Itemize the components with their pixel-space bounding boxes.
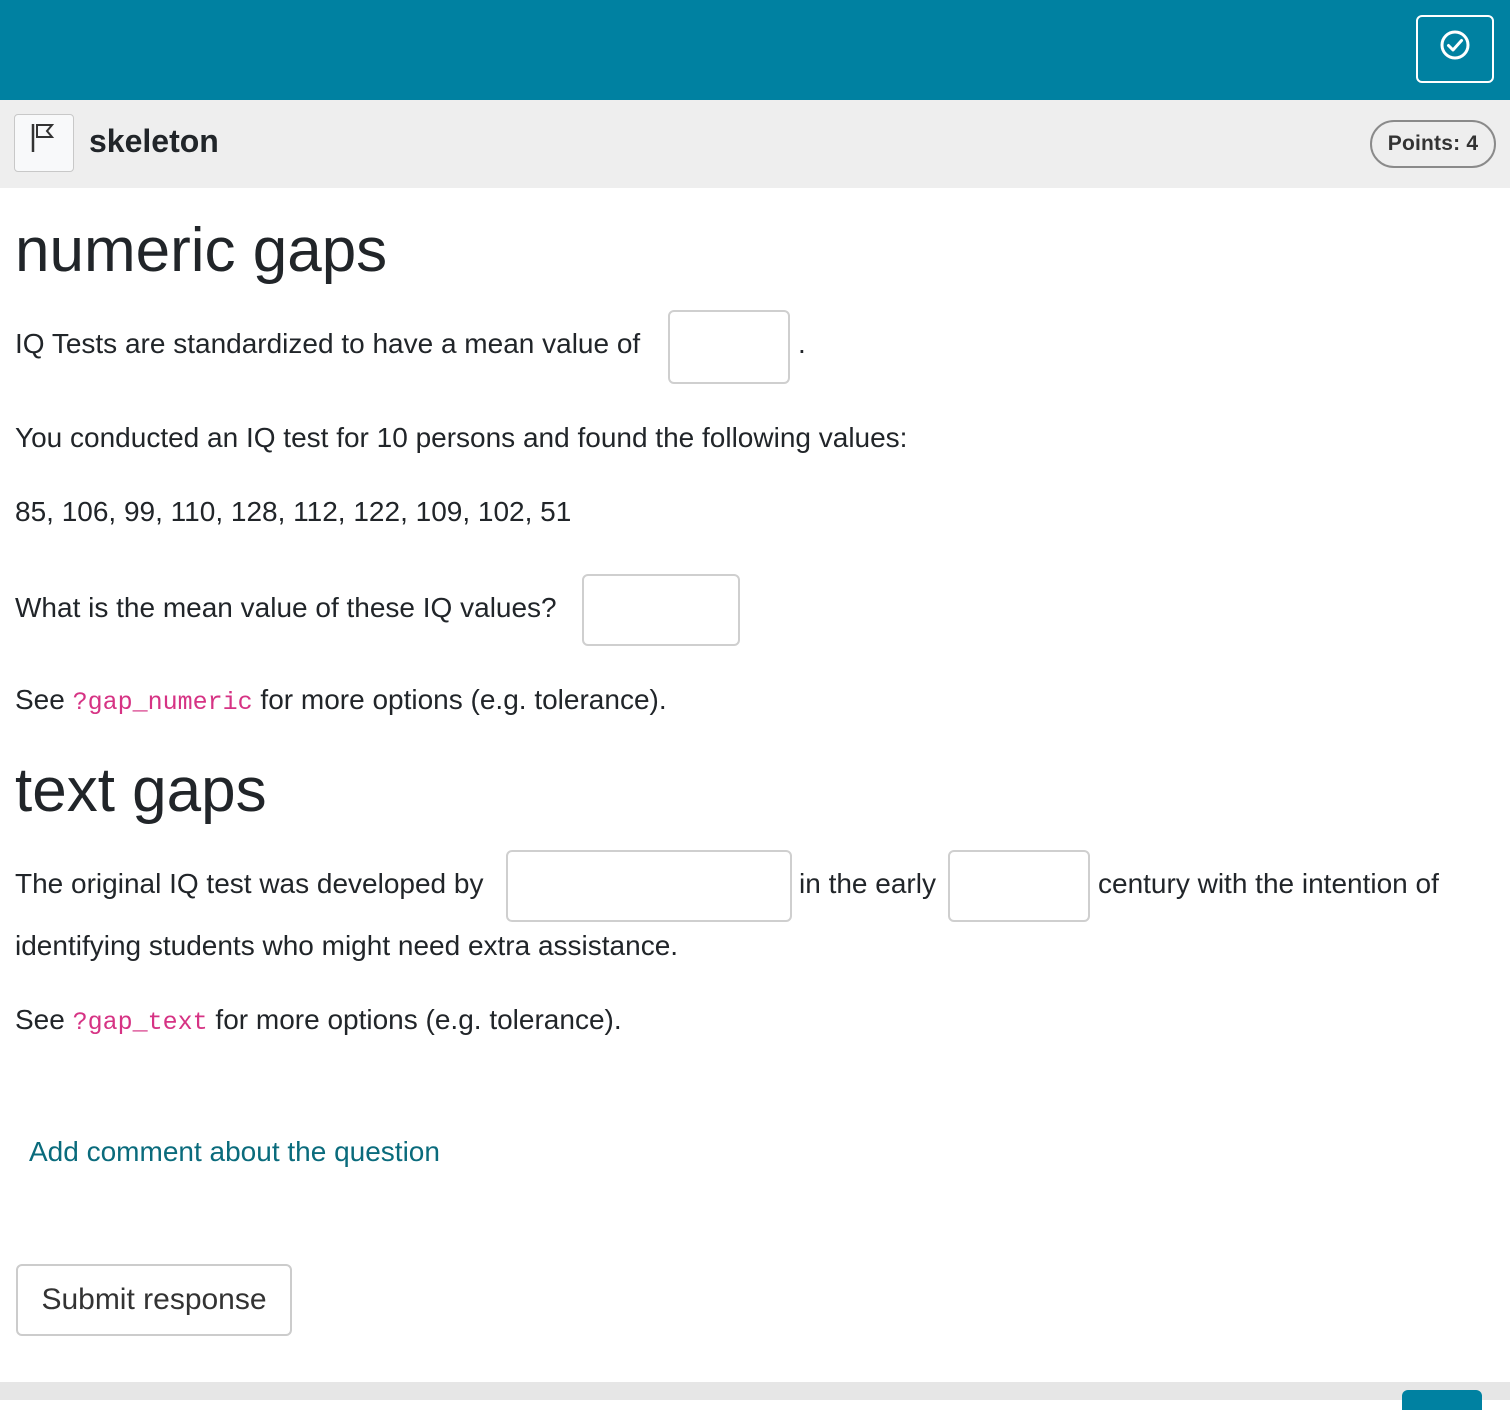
numeric-help-prefix: See — [15, 684, 65, 715]
flag-button[interactable] — [14, 114, 74, 172]
submit-response-button[interactable]: Submit response — [16, 1264, 292, 1336]
sentence-part2-text: in the early — [799, 868, 936, 899]
footer-bar — [0, 1382, 1510, 1410]
check-circle-icon — [1440, 30, 1470, 60]
text-help-prefix: See — [15, 1004, 65, 1035]
gap-numeric-code: ?gap_numeric — [72, 688, 253, 717]
sentence-part1-text: The original IQ test was developed by — [15, 868, 484, 899]
gap-text-code: ?gap_text — [72, 1008, 208, 1037]
mean-iq-gap-input[interactable] — [582, 574, 740, 646]
flag-icon — [31, 124, 55, 152]
conducted-test-text: You conducted an IQ test for 10 persons … — [15, 422, 908, 453]
text-help-suffix: for more options (e.g. tolerance). — [215, 1004, 622, 1035]
numeric-help-text: See ?gap_numeric for more options (e.g. … — [15, 682, 667, 721]
sentence-line2-text: identifying students who might need extr… — [15, 930, 679, 961]
sentence-part3-text: century with the intention of — [1098, 868, 1439, 899]
add-comment-link[interactable]: Add comment about the question — [29, 1134, 440, 1170]
points-badge: Points: 4 — [1370, 120, 1496, 168]
question-title: skeleton — [89, 123, 219, 159]
numeric-help-suffix: for more options (e.g. tolerance). — [260, 684, 667, 715]
century-gap-input[interactable] — [948, 850, 1090, 922]
numeric-gaps-heading: numeric gaps — [15, 216, 388, 285]
text-help-text: See ?gap_text for more options (e.g. tol… — [15, 1002, 622, 1041]
footer-button[interactable] — [1402, 1390, 1482, 1410]
mean-value-gap-input[interactable] — [668, 310, 790, 384]
iq-values-text: 85, 106, 99, 110, 128, 112, 122, 109, 10… — [15, 496, 572, 527]
mean-question-text: IQ Tests are standardized to have a mean… — [15, 328, 641, 359]
finish-button[interactable] — [1416, 15, 1494, 83]
mean-iq-question-text: What is the mean value of these IQ value… — [15, 592, 557, 623]
mean-question-period: . — [798, 328, 806, 359]
top-bar — [0, 0, 1510, 100]
text-gaps-heading: text gaps — [15, 756, 267, 825]
developer-gap-input[interactable] — [506, 850, 792, 922]
question-header: skeleton Points: 4 — [0, 100, 1510, 188]
